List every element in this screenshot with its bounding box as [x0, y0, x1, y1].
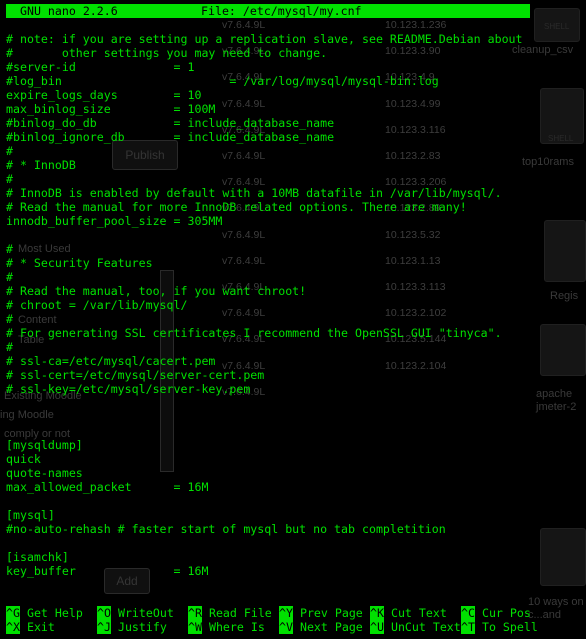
shortcut-row: ^G Get Help ^O WriteOut ^R Read File ^Y Prev…	[6, 606, 586, 620]
editor-line[interactable]: #binlog_ignore_db = include_database_nam…	[6, 130, 586, 144]
shortcut-to-spell[interactable]: ^T To Spell	[461, 620, 538, 634]
editor-line[interactable]: # InnoDB is enabled by default with a 10…	[6, 186, 586, 200]
editor-line[interactable]	[6, 396, 586, 410]
editor-line[interactable]: #server-id = 1	[6, 60, 586, 74]
shortcut-label: Justify	[117, 620, 167, 634]
shortcut-next-page[interactable]: ^V Next Page	[279, 620, 363, 634]
editor-line[interactable]: # ssl-ca=/etc/mysql/cacert.pem	[6, 354, 586, 368]
editor-line[interactable]: # other settings you may need to change.	[6, 46, 586, 60]
editor-line[interactable]: max_binlog_size = 100M	[6, 102, 586, 116]
shortcut-get-help[interactable]: ^G Get Help	[6, 606, 83, 620]
shortcut-key: ^G	[6, 606, 20, 620]
editor-line[interactable]: # * Security Features	[6, 256, 586, 270]
shortcut-key: ^J	[97, 620, 111, 634]
nano-file-name: File: /etc/mysql/my.cnf	[201, 4, 362, 18]
shortcut-key: ^X	[6, 620, 20, 634]
shortcut-key: ^K	[370, 606, 384, 620]
shortcut-label: To Spell	[481, 620, 538, 634]
editor-line[interactable]: # chroot = /var/lib/mysql/	[6, 298, 586, 312]
shortcut-key: ^U	[370, 620, 384, 634]
nano-shortcut-bar: ^G Get Help ^O WriteOut ^R Read File ^Y Prev…	[6, 606, 586, 634]
editor-line[interactable]: #	[6, 144, 586, 158]
shortcut-key: ^T	[461, 620, 475, 634]
shortcut-label: Cut Text	[390, 606, 447, 620]
editor-line[interactable]	[6, 424, 586, 438]
editor-line[interactable]: #	[6, 242, 586, 256]
shortcut-key: ^O	[97, 606, 111, 620]
editor-line[interactable]: quick	[6, 452, 586, 466]
editor-line[interactable]: [isamchk]	[6, 550, 586, 564]
editor-line[interactable]: quote-names	[6, 466, 586, 480]
nano-version: GNU nano 2.2.6	[20, 4, 118, 18]
editor-line[interactable]: # ssl-cert=/etc/mysql/server-cert.pem	[6, 368, 586, 382]
shortcut-label: Read File	[208, 606, 272, 620]
editor-line[interactable]: # ssl-key=/etc/mysql/server-key.pem	[6, 382, 586, 396]
shortcut-cut-text[interactable]: ^K Cut Text	[370, 606, 447, 620]
shortcut-key: ^W	[188, 620, 202, 634]
editor-line[interactable]	[6, 228, 586, 242]
shortcut-key: ^V	[279, 620, 293, 634]
shortcut-label: WriteOut	[117, 606, 174, 620]
editor-text-area[interactable]: # note: if you are setting up a replicat…	[6, 32, 586, 578]
shortcut-writeout[interactable]: ^O WriteOut	[97, 606, 174, 620]
editor-line[interactable]: #	[6, 340, 586, 354]
shortcut-prev-page[interactable]: ^Y Prev Page	[279, 606, 363, 620]
shortcut-label: UnCut Text	[390, 620, 461, 634]
editor-line[interactable]: #binlog_do_db = include_database_name	[6, 116, 586, 130]
editor-line[interactable]: # Read the manual, too, if you want chro…	[6, 284, 586, 298]
shortcut-row: ^X Exit ^J Justify ^W Where Is ^V Next Page …	[6, 620, 586, 634]
editor-line[interactable]	[6, 536, 586, 550]
shortcut-label: Prev Page	[299, 606, 363, 620]
editor-line[interactable]: innodb_buffer_pool_size = 305MM	[6, 214, 586, 228]
shortcut-key: ^Y	[279, 606, 293, 620]
shortcut-exit[interactable]: ^X Exit	[6, 620, 55, 634]
shortcut-label: Where Is	[208, 620, 265, 634]
editor-line[interactable]: #no-auto-rehash # faster start of mysql …	[6, 522, 586, 536]
editor-line[interactable]: #	[6, 270, 586, 284]
shortcut-key: ^R	[188, 606, 202, 620]
editor-line[interactable]: #	[6, 312, 586, 326]
editor-line[interactable]	[6, 494, 586, 508]
editor-line[interactable]: [mysqldump]	[6, 438, 586, 452]
shortcut-label: Exit	[26, 620, 55, 634]
editor-line[interactable]: # * InnoDB	[6, 158, 586, 172]
shortcut-label: Get Help	[26, 606, 83, 620]
shortcut-label: Cur Pos	[481, 606, 531, 620]
editor-line[interactable]: #log_bin = /var/log/mysql/mysql-bin.log	[6, 74, 586, 88]
shortcut-label: Next Page	[299, 620, 363, 634]
editor-line[interactable]: #	[6, 172, 586, 186]
shortcut-uncut-text[interactable]: ^U UnCut Text	[370, 620, 461, 634]
editor-line[interactable]: [mysql]	[6, 508, 586, 522]
editor-line[interactable]: # For generating SSL certificates I reco…	[6, 326, 586, 340]
shortcut-justify[interactable]: ^J Justify	[97, 620, 167, 634]
nano-title-bar: GNU nano 2.2.6 File: /etc/mysql/my.cnf	[0, 4, 586, 18]
shortcut-where-is[interactable]: ^W Where Is	[188, 620, 265, 634]
editor-line[interactable]: # Read the manual for more InnoDB relate…	[6, 200, 586, 214]
terminal-window[interactable]: GNU nano 2.2.6 File: /etc/mysql/my.cnf #…	[0, 0, 586, 639]
editor-line[interactable]	[6, 410, 586, 424]
nano-title-bar-fill: GNU nano 2.2.6 File: /etc/mysql/my.cnf	[6, 4, 530, 18]
editor-line[interactable]: max_allowed_packet = 16M	[6, 480, 586, 494]
shortcut-key: ^C	[461, 606, 475, 620]
editor-line[interactable]: expire_logs_days = 10	[6, 88, 586, 102]
editor-line[interactable]: # note: if you are setting up a replicat…	[6, 32, 586, 46]
editor-line[interactable]: key_buffer = 16M	[6, 564, 586, 578]
shortcut-read-file[interactable]: ^R Read File	[188, 606, 272, 620]
shortcut-cur-pos[interactable]: ^C Cur Pos	[461, 606, 531, 620]
